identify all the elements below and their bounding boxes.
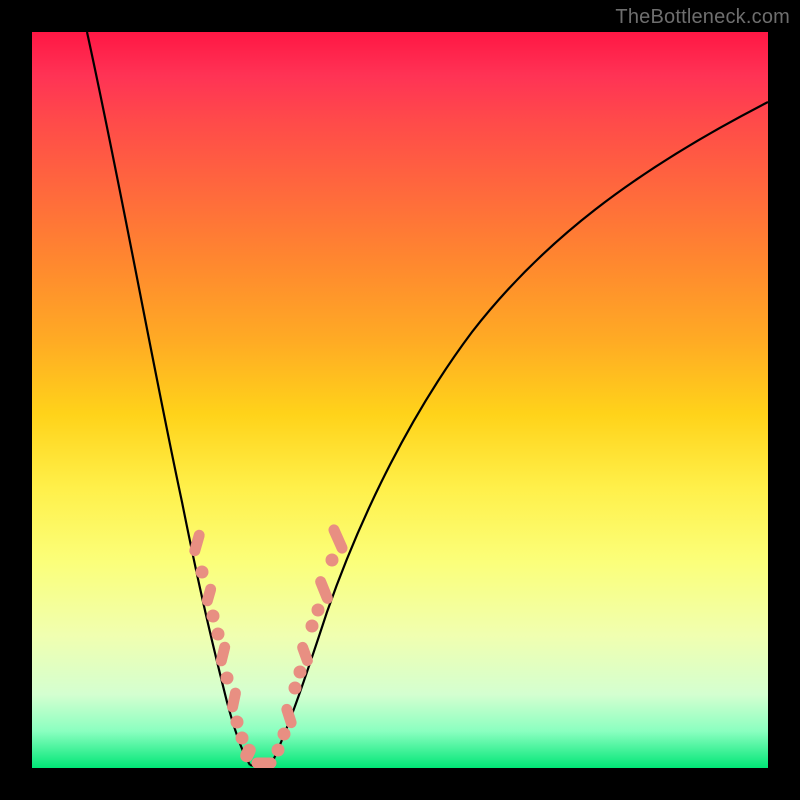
chart-frame: TheBottleneck.com xyxy=(0,0,800,800)
marker-cluster-left xyxy=(189,529,276,768)
watermark-text: TheBottleneck.com xyxy=(615,6,790,29)
curve-right-branch xyxy=(270,102,768,767)
chart-svg xyxy=(32,32,768,768)
plot-area xyxy=(32,32,768,768)
marker-cluster-right xyxy=(272,523,349,756)
